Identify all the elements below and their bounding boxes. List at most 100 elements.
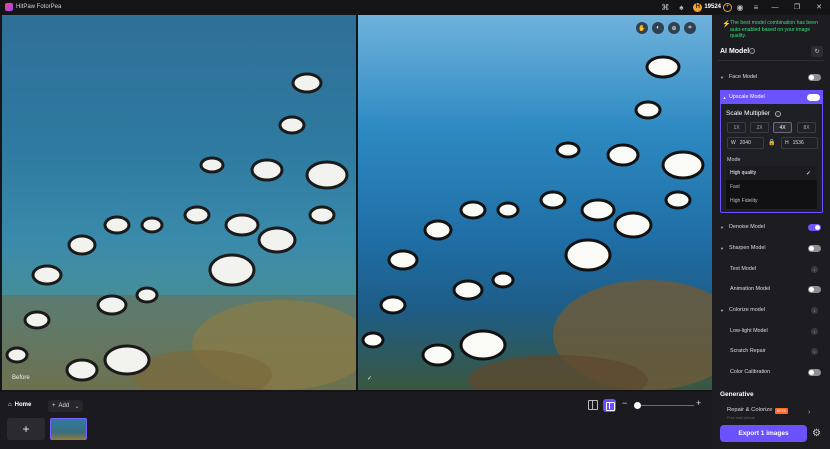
plus-icon: + xyxy=(52,403,56,409)
image-tools: ✋ ◐ ⊕ ⌗ xyxy=(636,22,696,34)
coin-icon: H xyxy=(693,2,703,12)
gear-icon[interactable]: ⚙ xyxy=(812,428,821,439)
model-label: Color Calibration xyxy=(730,369,771,375)
model-row-scratch-repair[interactable]: Scratch Repair ↓ xyxy=(720,344,824,358)
info-icon[interactable]: i xyxy=(749,48,755,54)
zoom-slider-handle[interactable] xyxy=(634,402,641,409)
download-icon[interactable]: ↓ xyxy=(811,306,818,314)
zoom-in-button[interactable]: + xyxy=(696,398,701,408)
width-field[interactable]: W 2040 xyxy=(727,137,764,149)
export-button[interactable]: Export 1 images xyxy=(720,425,807,442)
download-icon[interactable]: ↓ xyxy=(811,347,818,355)
gamepad-icon[interactable]: ⌘ xyxy=(660,2,670,12)
width-value: 2040 xyxy=(739,140,751,146)
model-label: Animation Model xyxy=(730,286,771,292)
expand-icon: ▼ xyxy=(720,224,724,230)
home-button[interactable]: ⌂ Home xyxy=(8,402,31,408)
expand-icon: ▼ xyxy=(720,245,724,251)
chevron-down-icon: ⌄ xyxy=(74,403,80,410)
mode-option-fast[interactable]: Fast xyxy=(726,180,817,194)
face-model-toggle[interactable] xyxy=(808,73,821,81)
hand-icon[interactable]: ✋ xyxy=(636,22,648,34)
after-check-icon: ✓ xyxy=(367,376,373,382)
model-row-denoise[interactable]: ▼ Denoise Model xyxy=(720,220,824,234)
before-label: Before xyxy=(12,375,30,381)
sharpen-model-toggle[interactable] xyxy=(808,244,821,252)
model-label: Colorize model xyxy=(729,307,765,313)
zoom-slider[interactable] xyxy=(634,405,694,406)
add-button[interactable]: + Add xyxy=(48,400,74,412)
repair-colorize-label[interactable]: Repair & Colorize xyxy=(727,407,772,413)
after-image[interactable]: ✓ xyxy=(358,15,712,390)
app-window: HitPaw FotorPea ⌘ ♠ H 19524 + ◉ ≡ — ❐ ✕ xyxy=(0,0,830,449)
height-label: H xyxy=(785,140,789,146)
download-icon[interactable]: ↓ xyxy=(811,327,818,335)
credits-count: 19524 xyxy=(704,4,721,10)
mode-label: High quality xyxy=(730,170,757,176)
gift-icon[interactable]: ♠ xyxy=(676,2,686,12)
multiplier-4x[interactable]: 4X xyxy=(773,122,792,133)
multiplier-2x[interactable]: 2X xyxy=(750,122,769,133)
model-row-low-light[interactable]: Low-light Model ↓ xyxy=(720,324,824,338)
title-bar-right: ⌘ ♠ H 19524 + ◉ ≡ — ❐ ✕ xyxy=(657,0,830,14)
before-image[interactable]: Before xyxy=(2,15,356,390)
reset-icon[interactable]: ↻ xyxy=(811,46,823,57)
mode-option-high-fidelity[interactable]: High Fidelity xyxy=(726,194,817,208)
model-label: Face Model xyxy=(729,74,758,80)
model-label: Upscale Model xyxy=(729,94,765,100)
add-dropdown-button[interactable]: ⌄ xyxy=(71,400,83,412)
zoom-out-button[interactable]: − xyxy=(622,398,627,408)
compare-icon[interactable]: ◐ xyxy=(652,22,664,34)
zoom-icon[interactable]: ⊕ xyxy=(668,22,680,34)
maximize-button[interactable]: ❐ xyxy=(786,0,808,14)
home-label: Home xyxy=(14,402,32,408)
model-row-animation[interactable]: Animation Model xyxy=(720,282,824,296)
crop-icon[interactable]: ⌗ xyxy=(684,22,696,34)
image-thumbnail[interactable] xyxy=(50,418,87,440)
color-calibration-toggle[interactable] xyxy=(808,368,821,376)
mode-option-high-quality[interactable]: High quality ✓ xyxy=(726,166,817,180)
multiplier-1x[interactable]: 1X xyxy=(727,122,746,133)
width-label: W xyxy=(731,140,736,146)
height-value: 1536 xyxy=(792,140,804,146)
user-icon[interactable]: ◉ xyxy=(735,2,745,12)
minimize-button[interactable]: — xyxy=(764,0,786,14)
model-label: Text Model xyxy=(730,266,757,272)
app-logo xyxy=(5,3,13,11)
animation-model-toggle[interactable] xyxy=(808,285,821,293)
home-icon: ⌂ xyxy=(8,402,12,408)
add-credits-icon[interactable]: + xyxy=(723,2,732,12)
height-field[interactable]: H 1536 xyxy=(781,137,818,149)
split-view-icon[interactable] xyxy=(588,400,598,410)
chevron-right-icon[interactable]: › xyxy=(808,409,810,416)
mode-title: Mode xyxy=(727,157,741,163)
multiplier-8x[interactable]: 8X xyxy=(797,122,816,133)
check-icon: ✓ xyxy=(805,170,811,177)
denoise-model-toggle[interactable] xyxy=(808,223,821,231)
auto-enable-notice: The best model combination has been auto… xyxy=(730,20,818,39)
download-icon[interactable]: ↓ xyxy=(811,265,818,273)
lock-icon[interactable]: 🔒 xyxy=(768,139,775,146)
model-row-colorize[interactable]: ▼ Colorize model ↓ xyxy=(720,303,824,317)
mode-label: High Fidelity xyxy=(730,198,758,204)
before-fish-scene xyxy=(2,72,356,390)
close-button[interactable]: ✕ xyxy=(808,0,830,14)
scale-multiplier-title: Scale Multiplier xyxy=(726,110,771,117)
menu-icon[interactable]: ≡ xyxy=(751,2,761,12)
model-row-upscale[interactable]: ▲ Upscale Model xyxy=(720,90,823,104)
mode-label: Fast xyxy=(730,184,740,190)
model-label: Sharpen Model xyxy=(729,245,766,251)
expand-icon: ▼ xyxy=(720,307,724,313)
model-row-face[interactable]: ▼ Face Model xyxy=(720,70,824,84)
model-row-sharpen[interactable]: ▼ Sharpen Model xyxy=(720,241,824,255)
repair-subtitle: Free stall picture xyxy=(727,416,756,420)
add-image-tile[interactable]: + xyxy=(7,418,45,440)
mode-list: High quality ✓ Fast High Fidelity xyxy=(726,166,817,209)
model-label: Low-light Model xyxy=(730,328,768,334)
after-fish-scene xyxy=(361,55,712,390)
upscale-model-toggle[interactable] xyxy=(807,93,820,101)
info-icon[interactable]: i xyxy=(775,111,781,117)
side-by-side-view-icon[interactable] xyxy=(603,399,616,412)
model-row-color-calibration[interactable]: Color Calibration xyxy=(720,365,824,379)
model-row-text[interactable]: Text Model ↓ xyxy=(720,262,824,276)
